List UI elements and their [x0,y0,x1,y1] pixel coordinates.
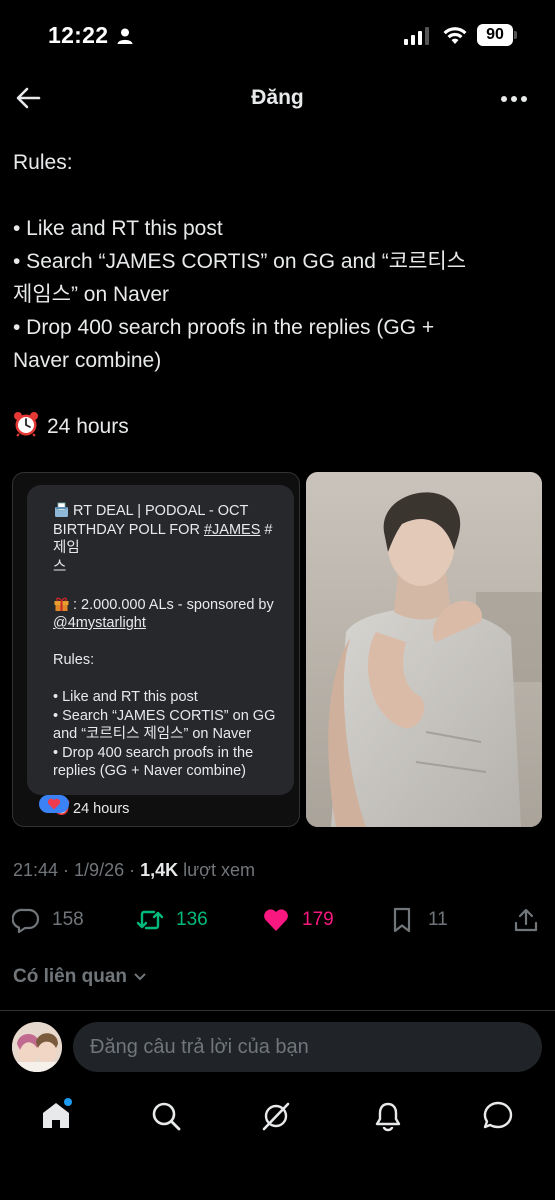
top-nav: Đăng [0,74,555,124]
card-line: replies (GG + Naver combine) [53,763,246,779]
bookmark-count: 11 [428,909,448,930]
tweet-line: • Like and RT this post [13,217,223,240]
card-line: and “코르티스 제임스” on Naver [53,726,252,742]
like-count: 179 [302,909,334,930]
tab-home[interactable] [40,1098,72,1132]
search-icon [152,1102,181,1131]
card-line: @4mystarlight [53,614,282,633]
card-line: • Drop 400 search proofs in the [53,744,254,761]
tweet-body: Rules: • Like and RT this post • Search … [13,146,533,443]
status-bar: 12:22 90 [0,0,555,74]
page-title: Đăng [251,86,304,109]
tweet-line: Rules: [13,151,73,174]
repost-icon [136,910,164,930]
reply-input[interactable] [73,1022,542,1072]
reply-icon [12,908,40,934]
home-notification-dot [64,1098,72,1106]
tweet-line: • Drop 400 search proofs in the replies … [13,316,435,339]
media-image-photo[interactable] [306,472,542,827]
media-image-screenshot[interactable]: RT DEAL | PODOAL - OCT BIRTHDAY POLL FOR… [12,472,300,827]
card-line: : 2.000.000 ALs - sponsored by [53,595,282,615]
tweet-line: Naver combine) [13,349,162,372]
mention-link[interactable]: @4mystarlight [53,615,146,631]
cellular-signal-icon [404,27,429,45]
tweet-line: 제임스” on Naver [13,283,169,306]
tweet-hours-text: 24 hours [47,415,129,438]
tweet-line: • Search “JAMES CORTIS” on GG and “코르티스 [13,250,467,273]
tab-search[interactable] [150,1100,182,1132]
tab-notifications[interactable] [372,1100,404,1132]
views-label: lượt xem [178,860,255,880]
views-count: 1,4K [140,860,179,880]
grok-icon [262,1102,290,1131]
share-button[interactable] [512,900,540,940]
related-toggle[interactable]: Có liên quan [13,966,147,988]
ballot-box-icon [55,502,68,517]
card-line: RT DEAL | PODOAL - OCT [53,501,282,521]
avatar[interactable] [12,1022,62,1072]
reply-button[interactable]: 158 [12,900,84,940]
divider [0,1010,555,1011]
card-line: BIRTHDAY POLL FOR #JAMES #제임 [53,521,273,557]
action-bar: 158 136 179 11 [0,900,555,940]
tab-grok[interactable] [260,1100,292,1132]
card-line: 24 hours [53,799,282,819]
repost-button[interactable]: 136 [136,900,208,940]
heart-reaction-badge [39,795,69,813]
alarm-clock-icon [14,412,38,437]
card-line: Rules: [53,652,95,668]
gift-icon [54,597,69,611]
tweet-line-hours: 24 hours [13,410,533,443]
share-icon [514,908,538,932]
card-line: • Like and RT this post [53,689,198,705]
battery-indicator: 90 [477,24,513,46]
tweet-time: 21:44 [13,860,59,880]
card-line: 스 [53,558,67,575]
tweet-meta: 21:44 · 1/9/26 · 1,4K lượt xem [13,860,255,880]
bookmark-icon [393,907,411,933]
status-time: 12:22 [48,22,109,48]
notifications-icon [375,1102,401,1132]
person-icon [117,28,133,44]
card-line: • Search “JAMES CORTIS” on GG [53,707,276,724]
wifi-icon [443,27,467,44]
quoted-message-bubble: RT DEAL | PODOAL - OCT BIRTHDAY POLL FOR… [27,485,294,817]
reply-count: 158 [52,909,84,930]
like-button[interactable]: 179 [262,900,334,940]
more-icon[interactable] [498,86,530,112]
bookmark-button[interactable]: 11 [388,900,448,940]
hashtag-link[interactable]: #JAMES [204,522,260,538]
repost-count: 136 [176,909,208,930]
battery-tip [514,31,517,39]
photo-illustration [306,472,542,827]
like-icon [264,909,288,931]
related-label: Có liên quan [13,966,127,987]
chevron-down-icon [134,973,146,981]
messages-icon [483,1101,513,1129]
heart-reaction-icon [47,798,61,810]
tab-messages[interactable] [482,1100,514,1132]
tweet-media: RT DEAL | PODOAL - OCT BIRTHDAY POLL FOR… [12,472,543,828]
bottom-tab-bar [0,1090,555,1146]
tweet-date: 1/9/26 [74,860,125,880]
